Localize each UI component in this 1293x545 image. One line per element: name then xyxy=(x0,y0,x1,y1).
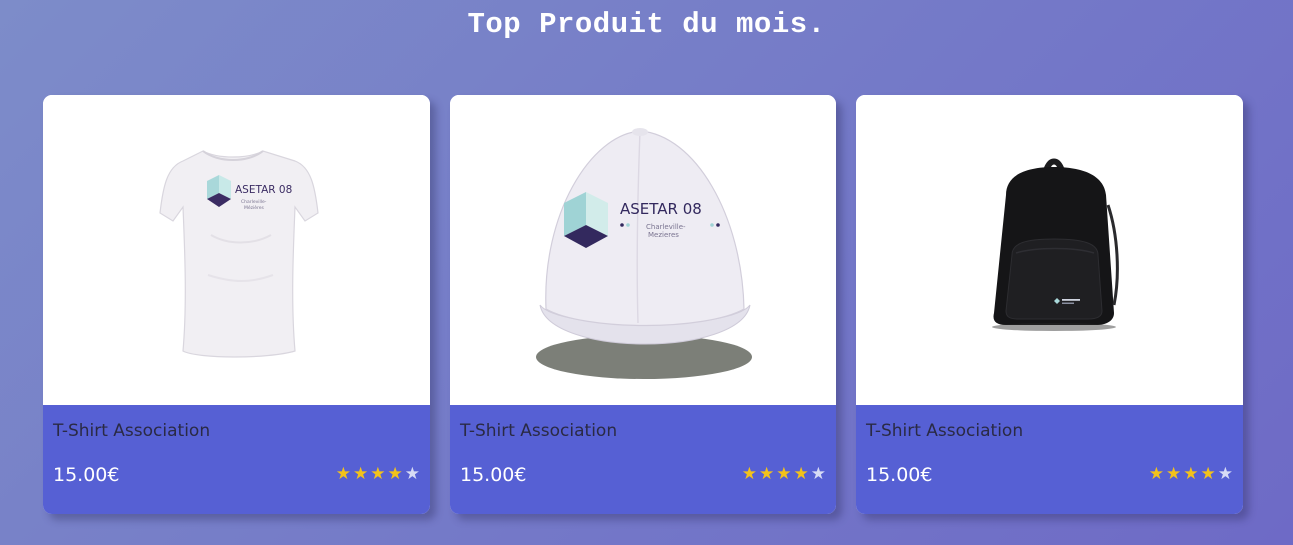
product-info-tshirt: T-Shirt Association 15.00€ ★ ★ ★ ★ ★ xyxy=(43,405,430,514)
product-cards: ASETAR 08 Charleville- Mézières T-Shirt … xyxy=(43,95,1243,514)
product-name[interactable]: T-Shirt Association xyxy=(866,421,1023,441)
star-filled-icon: ★ xyxy=(387,464,403,484)
product-image-cap[interactable]: ASETAR 08 Charleville- Mezieres xyxy=(450,95,836,405)
product-info-cap: T-Shirt Association 15.00€ ★ ★ ★ ★ ★ xyxy=(450,405,836,514)
svg-text:Mezieres: Mezieres xyxy=(648,231,679,239)
star-filled-icon: ★ xyxy=(741,464,757,484)
product-image-backpack[interactable] xyxy=(856,95,1243,405)
star-filled-icon: ★ xyxy=(335,464,351,484)
star-filled-icon: ★ xyxy=(1148,464,1164,484)
product-card-backpack[interactable]: T-Shirt Association 15.00€ ★ ★ ★ ★ ★ xyxy=(856,95,1243,514)
svg-text:Mézières: Mézières xyxy=(244,204,265,211)
svg-text:ASETAR 08: ASETAR 08 xyxy=(620,200,702,218)
product-card-cap[interactable]: ASETAR 08 Charleville- Mezieres T-Shirt … xyxy=(450,95,836,514)
svg-text:Charleville-: Charleville- xyxy=(646,223,686,231)
star-filled-icon: ★ xyxy=(353,464,369,484)
star-filled-icon: ★ xyxy=(1200,464,1216,484)
cap-image: ASETAR 08 Charleville- Mezieres xyxy=(536,128,752,379)
star-empty-icon: ★ xyxy=(1217,464,1233,484)
product-info-backpack: T-Shirt Association 15.00€ ★ ★ ★ ★ ★ xyxy=(856,405,1243,514)
product-price: 15.00€ xyxy=(460,464,527,486)
star-filled-icon: ★ xyxy=(370,464,386,484)
star-empty-icon: ★ xyxy=(404,464,420,484)
tshirt-image: ASETAR 08 Charleville- Mézières xyxy=(159,150,319,358)
svg-text:Charleville-: Charleville- xyxy=(241,199,267,205)
backpack-image xyxy=(992,158,1119,331)
star-filled-icon: ★ xyxy=(776,464,792,484)
svg-text:ASETAR 08: ASETAR 08 xyxy=(235,184,292,196)
product-name[interactable]: T-Shirt Association xyxy=(460,421,617,441)
star-filled-icon: ★ xyxy=(759,464,775,484)
star-empty-icon: ★ xyxy=(810,464,826,484)
product-name[interactable]: T-Shirt Association xyxy=(53,421,210,441)
star-filled-icon: ★ xyxy=(793,464,809,484)
page-title: Top Produit du mois. xyxy=(467,8,826,41)
product-image-tshirt[interactable]: ASETAR 08 Charleville- Mézières xyxy=(43,95,430,405)
product-price: 15.00€ xyxy=(53,464,120,486)
star-filled-icon: ★ xyxy=(1166,464,1182,484)
product-price: 15.00€ xyxy=(866,464,933,486)
rating-stars: ★ ★ ★ ★ ★ xyxy=(1149,466,1233,483)
rating-stars: ★ ★ ★ ★ ★ xyxy=(336,466,420,483)
star-filled-icon: ★ xyxy=(1183,464,1199,484)
product-card-tshirt[interactable]: ASETAR 08 Charleville- Mézières T-Shirt … xyxy=(43,95,430,514)
rating-stars: ★ ★ ★ ★ ★ xyxy=(742,466,826,483)
